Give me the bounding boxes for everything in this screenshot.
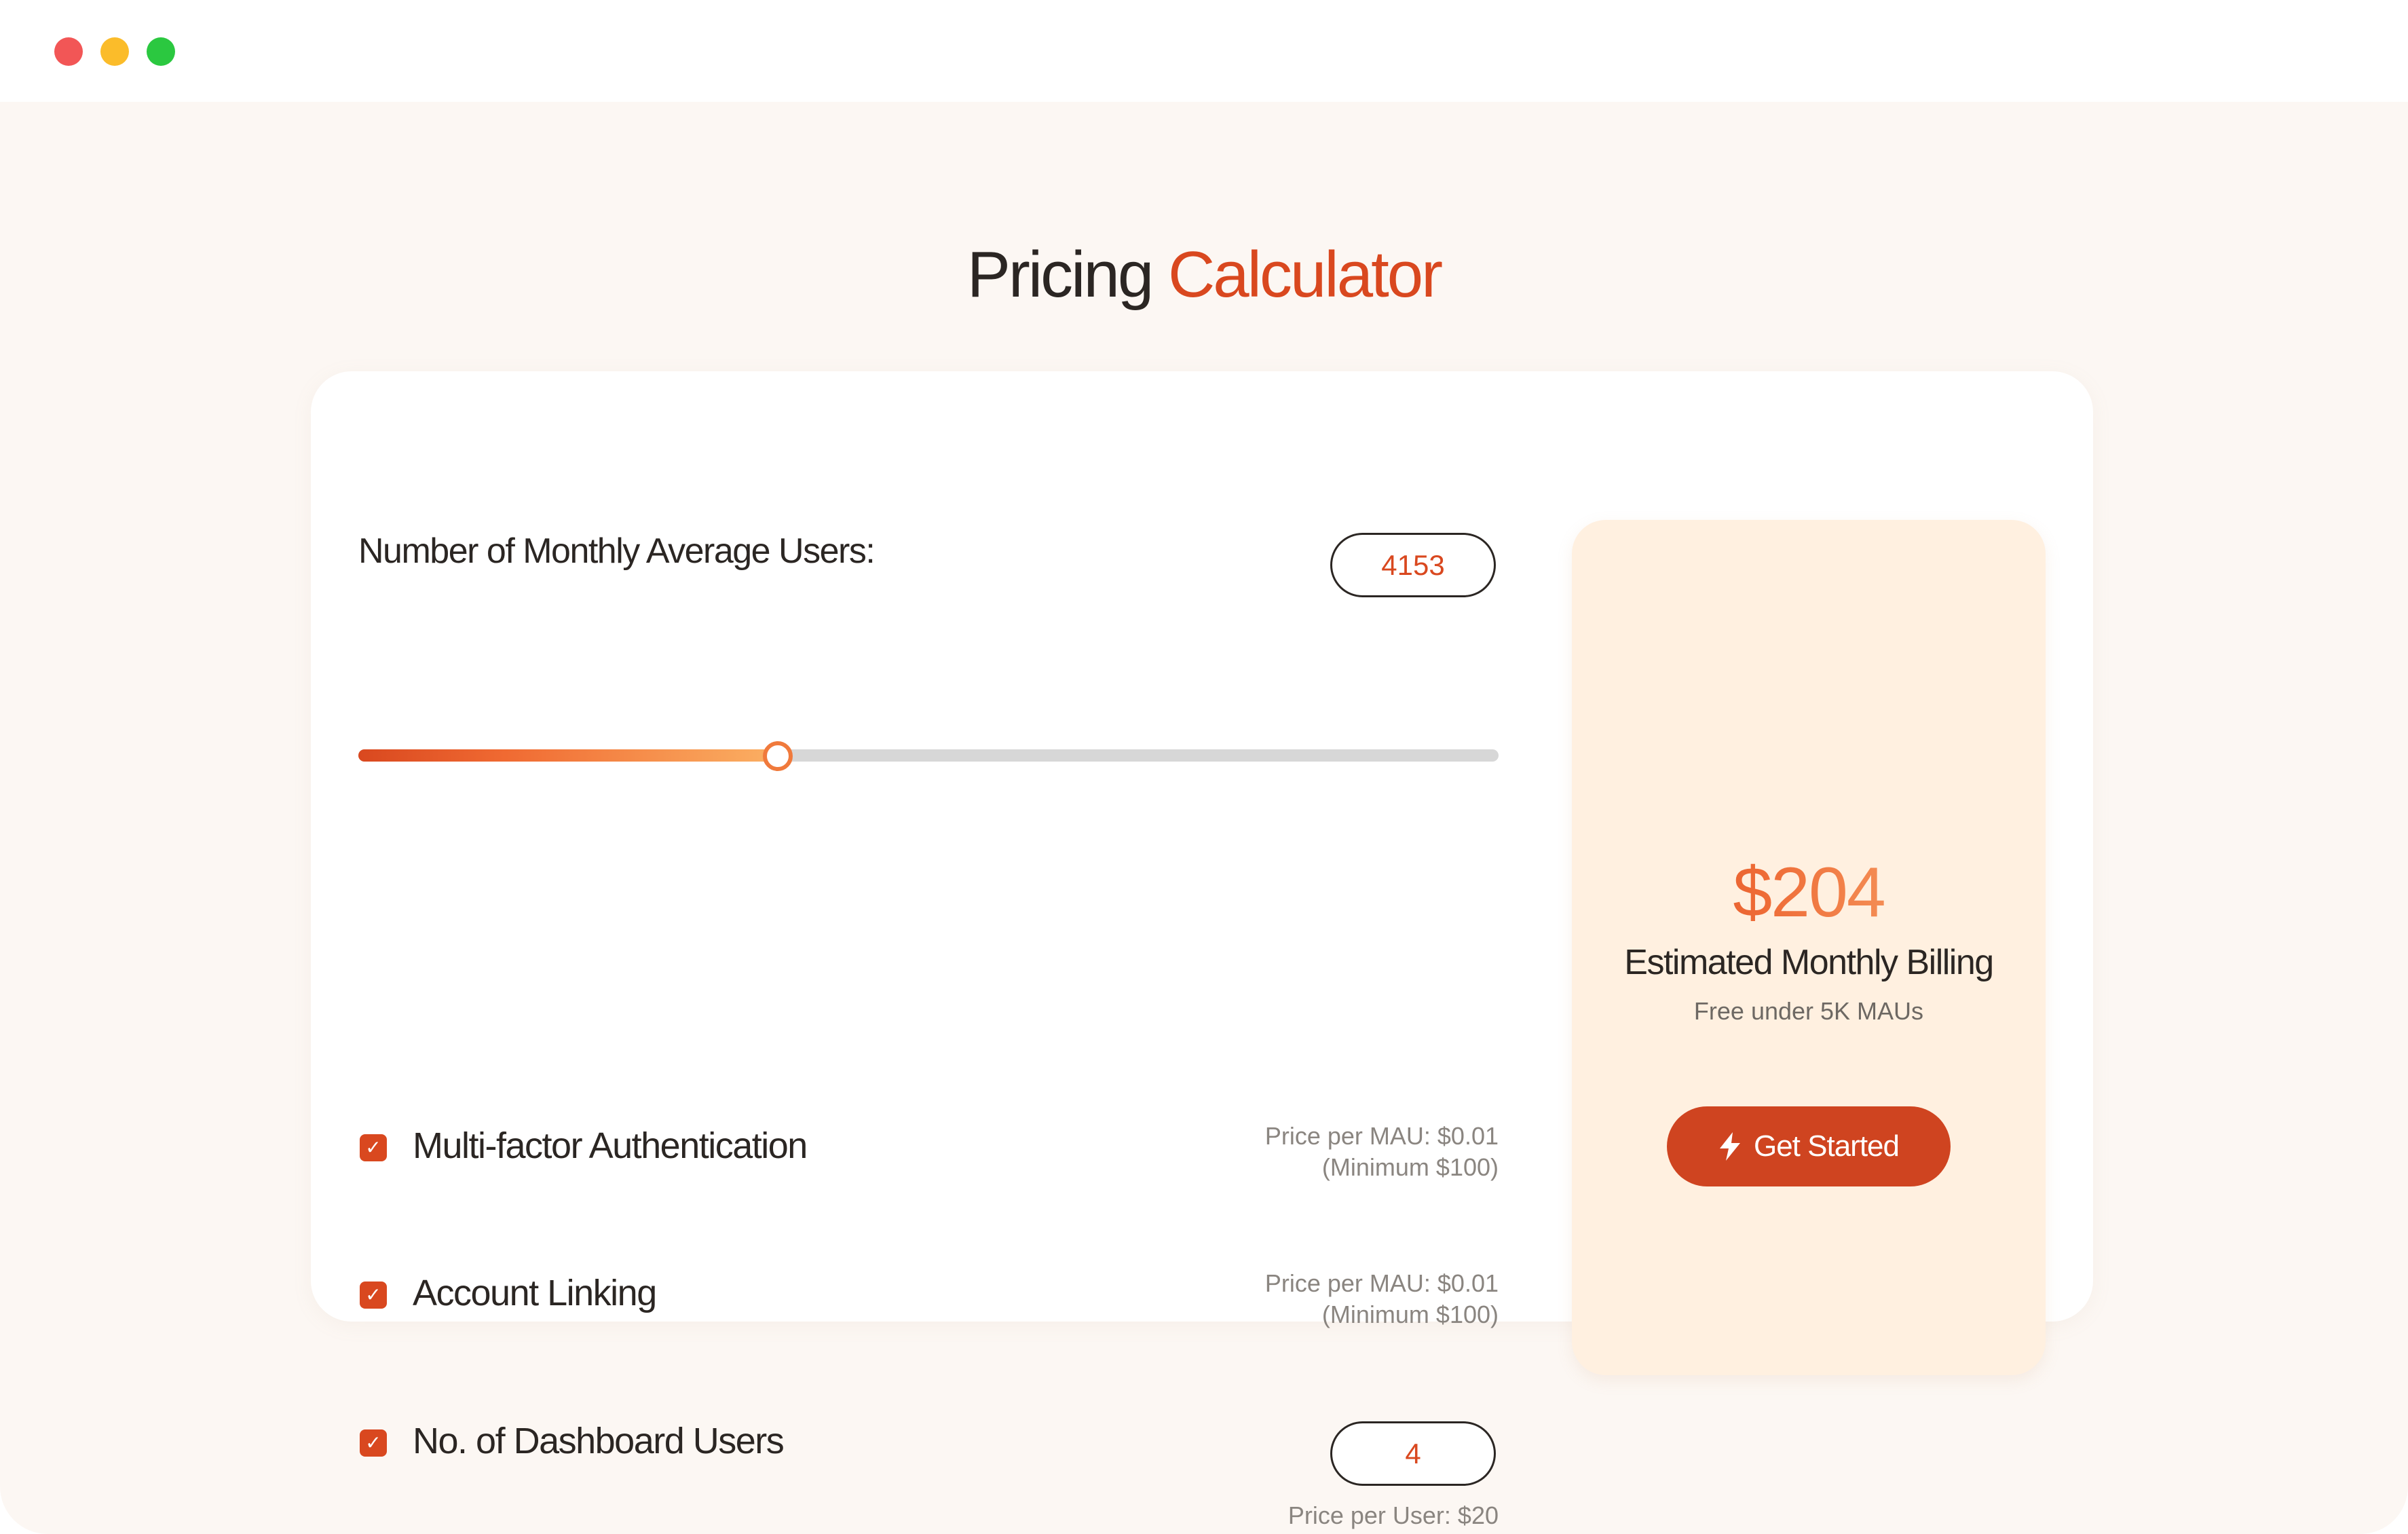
minimize-window-button[interactable] [100,37,129,66]
billing-summary-panel: $204 Estimated Monthly Billing Free unde… [1572,520,2046,1375]
mau-input[interactable] [1330,533,1496,597]
window-titlebar [0,0,2408,102]
option-label: Account Linking [413,1273,657,1313]
price-line: Price per MAU: $0.01 [1264,1269,1499,1297]
mfa-checkbox[interactable]: ✓ [360,1134,387,1161]
lightning-bolt-icon [1719,1132,1740,1161]
close-window-button[interactable] [54,37,83,66]
option-account-linking: ✓ Account Linking Price per MAU: $0.01 (… [358,1269,1499,1340]
slider-handle[interactable] [763,741,793,771]
mau-slider[interactable] [358,741,1499,771]
page-title: Pricing Calculator [0,238,2408,312]
dashboard-user-price: Price per User: $20 [1287,1501,1499,1529]
option-label: No. of Dashboard Users [413,1421,785,1461]
price-line: Price per MAU: $0.01 [1264,1122,1499,1150]
get-started-button[interactable]: Get Started [1667,1106,1951,1186]
dashboard-users-input[interactable] [1330,1421,1496,1486]
page-content: Pricing Calculator Number of Monthly Ave… [0,102,2408,1534]
option-price: Price per MAU: $0.01 (Minimum $100) [1265,1268,1499,1330]
mau-label: Number of Monthly Average Users: [358,531,876,571]
option-label: Multi-factor Authentication [413,1125,808,1166]
option-mfa: ✓ Multi-factor Authentication Price per … [358,1122,1499,1193]
estimated-amount: $204 [1572,853,2046,933]
price-minimum: (Minimum $100) [1321,1301,1499,1328]
get-started-label: Get Started [1753,1129,1900,1163]
account-linking-checkbox[interactable]: ✓ [360,1282,387,1309]
price-minimum: (Minimum $100) [1321,1153,1499,1181]
maximize-window-button[interactable] [147,37,175,66]
page-title-part1: Pricing [966,238,1154,311]
slider-fill [358,749,778,762]
option-price: Price per MAU: $0.01 (Minimum $100) [1265,1121,1499,1183]
page-title-part2: Calculator [1167,238,1443,311]
dashboard-users-checkbox[interactable]: ✓ [360,1429,387,1457]
billing-title: Estimated Monthly Billing [1624,943,1994,982]
calculator-inputs: Number of Monthly Average Users: ✓ Multi… [358,371,1499,1529]
free-tier-note: Free under 5K MAUs [1693,997,1924,1025]
option-dashboard-users: ✓ No. of Dashboard Users [358,1420,1499,1488]
